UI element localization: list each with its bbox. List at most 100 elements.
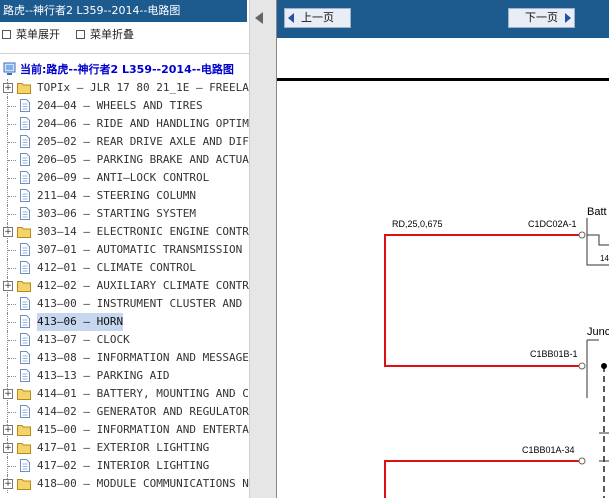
tree-branch-line — [8, 268, 16, 269]
tree-item-label: 413—06 — HORN — [37, 313, 124, 331]
tree-item-label: 412—02 — AUXILIARY CLIMATE CONTROL — [37, 279, 249, 292]
folder-icon — [17, 425, 31, 436]
arrow-left-icon — [288, 13, 294, 23]
expand-toggle-icon[interactable]: + — [3, 227, 13, 237]
collapse-menu-button[interactable]: 菜单折叠 — [76, 27, 134, 43]
document-icon — [20, 117, 30, 130]
collapse-left-arrow-icon — [255, 12, 263, 24]
tree-item[interactable]: 413—13 — PARKING AID — [0, 367, 249, 385]
folder-icon — [17, 227, 31, 238]
tree-item[interactable]: 204—04 — WHEELS AND TIRES — [0, 97, 249, 115]
document-icon — [20, 315, 30, 328]
tree-item[interactable]: +412—02 — AUXILIARY CLIMATE CONTROL — [0, 277, 249, 295]
tree-item[interactable]: +417—01 — EXTERIOR LIGHTING — [0, 439, 249, 457]
document-icon — [20, 153, 30, 166]
battery-label: Batt — [587, 206, 607, 218]
expand-toggle-icon[interactable]: + — [3, 389, 13, 399]
expand-icon — [2, 29, 11, 39]
tree-branch-line — [8, 214, 16, 215]
tree-item-label: 418—00 — MODULE COMMUNICATIONS NETWORK — [37, 477, 249, 490]
expand-toggle-icon[interactable]: + — [3, 83, 13, 93]
expand-toggle-icon[interactable]: + — [3, 443, 13, 453]
tree-branch-line — [8, 124, 16, 125]
expand-menu-button[interactable]: 菜单展开 — [2, 27, 60, 43]
tree-item-label: 413—07 — CLOCK — [37, 333, 130, 346]
tree-item[interactable]: 413—07 — CLOCK — [0, 331, 249, 349]
next-page-label: 下一页 — [525, 11, 558, 24]
connector-pin-3 — [578, 457, 586, 465]
tree-item[interactable]: 204—06 — RIDE AND HANDLING OPTIMIZATION — [0, 115, 249, 133]
document-icon — [20, 171, 30, 184]
tree-item[interactable]: 413—00 — INSTRUMENT CLUSTER AND PANEL — [0, 295, 249, 313]
tree-item[interactable]: 206—05 — PARKING BRAKE AND ACTUATION — [0, 151, 249, 169]
document-icon — [20, 459, 30, 472]
tree-branch-line — [8, 250, 16, 251]
tree-item-label: 415—00 — INFORMATION AND ENTERTAINMENT — [37, 423, 249, 436]
tree-item[interactable]: +415—00 — INFORMATION AND ENTERTAINMENT — [0, 421, 249, 439]
red-wire-lower — [384, 460, 582, 498]
tree-toolbar: 菜单展开 菜单折叠 — [0, 25, 249, 45]
connector-label-2: C1BB01B-1 — [530, 349, 578, 359]
connector-label-3: C1BB01A-34 — [522, 445, 575, 455]
document-icon — [20, 297, 30, 310]
tree-item[interactable]: 412—01 — CLIMATE CONTROL — [0, 259, 249, 277]
tree-item[interactable]: + TOPIx — JLR 17 80 21_1E — FREELANDER — [0, 79, 249, 97]
tree-item[interactable]: 205—02 — REAR DRIVE AXLE AND DIFFERENTIA… — [0, 133, 249, 151]
prev-page-label: 上一页 — [301, 11, 334, 24]
tree-item[interactable]: +414—01 — BATTERY, MOUNTING AND CABLES — [0, 385, 249, 403]
tree-item-label: 205—02 — REAR DRIVE AXLE AND DIFFERENTIA… — [37, 135, 249, 148]
document-icon — [20, 405, 30, 418]
next-page-button[interactable]: 下一页 — [508, 8, 575, 28]
tree-item[interactable]: 413—08 — INFORMATION AND MESSAGE CENTER — [0, 349, 249, 367]
document-icon — [20, 351, 30, 364]
tree-item-label: 206—05 — PARKING BRAKE AND ACTUATION — [37, 153, 249, 166]
tree-branch-line — [8, 106, 16, 107]
tree-item[interactable]: 206—09 — ANTI—LOCK CONTROL — [0, 169, 249, 187]
current-path-label: 当前:路虎--神行者2 L359--2014--电路图 — [20, 63, 234, 76]
tree-item-label: 413—08 — INFORMATION AND MESSAGE CENTER — [37, 351, 249, 364]
expand-menu-label: 菜单展开 — [16, 28, 60, 41]
page-nav-bar: 上一页 下一页 — [277, 0, 609, 38]
document-icon — [20, 189, 30, 202]
tree-item-label: 307—01 — AUTOMATIC TRANSMISSION — [37, 243, 243, 256]
tree-branch-line — [8, 466, 16, 467]
tree-item[interactable]: 414—02 — GENERATOR AND REGULATOR — [0, 403, 249, 421]
tree-item-label: 412—01 — CLIMATE CONTROL — [37, 261, 196, 274]
tree-branch-line — [8, 178, 16, 179]
splice-dot — [601, 363, 607, 369]
arrow-right-icon — [565, 13, 571, 23]
tree-branch-line — [8, 304, 16, 305]
tree-branch-line — [8, 196, 16, 197]
tree-item-label: 303—06 — STARTING SYSTEM — [37, 207, 196, 220]
tree-item[interactable]: +418—00 — MODULE COMMUNICATIONS NETWORK — [0, 475, 249, 493]
connector-pin-2 — [578, 362, 586, 370]
tree-item[interactable]: 417—02 — INTERIOR LIGHTING — [0, 457, 249, 475]
red-wire-upper — [384, 234, 582, 367]
tree-branch-line — [8, 358, 16, 359]
tree-item-label: 413—00 — INSTRUMENT CLUSTER AND PANEL — [37, 297, 249, 310]
junction-label: Junc — [587, 326, 609, 338]
right-panel: 上一页 下一页 RD,25,0,675 C1DC02A-1 C1BB01B-1 … — [277, 0, 609, 498]
tree-item-label: 211—04 — STEERING COLUMN — [37, 189, 196, 202]
expand-toggle-icon[interactable]: + — [3, 425, 13, 435]
panel-splitter[interactable] — [249, 0, 277, 498]
battery-link — [587, 234, 609, 246]
document-icon — [20, 99, 30, 112]
tree-item-label: 417—02 — INTERIOR LIGHTING — [37, 459, 210, 472]
connector-pin-1 — [578, 231, 586, 239]
tree-root-current[interactable]: 当前:路虎--神行者2 L359--2014--电路图 — [0, 61, 249, 79]
prev-page-button[interactable]: 上一页 — [284, 8, 351, 28]
tree-branch-line — [8, 412, 16, 413]
tree-item[interactable]: 303—06 — STARTING SYSTEM — [0, 205, 249, 223]
tree-item[interactable]: 211—04 — STEERING COLUMN — [0, 187, 249, 205]
collapse-menu-label: 菜单折叠 — [90, 28, 134, 41]
document-icon — [20, 243, 30, 256]
expand-toggle-icon[interactable]: + — [3, 281, 13, 291]
tree-item[interactable]: 307—01 — AUTOMATIC TRANSMISSION — [0, 241, 249, 259]
expand-toggle-icon[interactable]: + — [3, 479, 13, 489]
tree-item[interactable]: 413—06 — HORN — [0, 313, 249, 331]
computer-icon — [3, 62, 16, 75]
tree-item-label: 414—02 — GENERATOR AND REGULATOR — [37, 405, 249, 418]
tree-item[interactable]: +303—14 — ELECTRONIC ENGINE CONTROLS — [0, 223, 249, 241]
tree-item-label: TOPIx — JLR 17 80 21_1E — FREELANDER — [37, 81, 249, 94]
